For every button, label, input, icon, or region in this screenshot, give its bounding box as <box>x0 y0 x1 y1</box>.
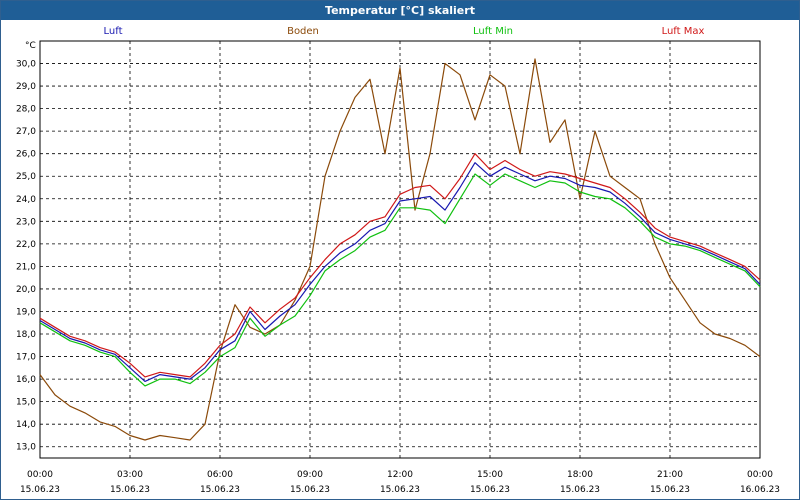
tick-labels: 13,0 14,0 15,0 16,0 17,0 18,0 19,0 20,0 21,0 22,0… <box>16 60 780 495</box>
y-tick-label: 30,0 <box>16 60 36 70</box>
y-tick-label: 23,0 <box>16 217 36 227</box>
x-tick-date: 15.06.23 <box>290 485 330 495</box>
y-tick-label: 19,0 <box>16 307 36 317</box>
x-tick-time: 12:00 <box>387 470 413 480</box>
y-tick-label: 27,0 <box>16 127 36 137</box>
y-tick-label: 13,0 <box>16 443 36 453</box>
x-tick-time: 15:00 <box>477 470 503 480</box>
grid-lines <box>40 41 760 458</box>
series-line-boden <box>39 58 761 441</box>
x-tick-date: 15.06.23 <box>470 485 510 495</box>
x-tick-date: 15.06.23 <box>650 485 690 495</box>
y-tick-label: 18,0 <box>16 330 36 340</box>
legend-entry: Boden <box>287 26 319 37</box>
temperature-chart: Luft Boden Luft Min Luft Max 13,0 14,0 15,0 16… <box>16 26 780 495</box>
x-tick-time: 21:00 <box>657 470 683 480</box>
x-tick-date: 15.06.23 <box>380 485 420 495</box>
x-tick-time: 18:00 <box>567 470 593 480</box>
legend-entry: Luft Min <box>473 26 513 37</box>
y-tick-label: 25,0 <box>16 172 36 182</box>
y-axis-label: °C <box>25 41 36 51</box>
legend: Luft Boden Luft Min Luft Max <box>104 26 705 37</box>
y-tick-label: 26,0 <box>16 150 36 160</box>
x-tick-time: 00:00 <box>27 470 53 480</box>
y-tick-label: 28,0 <box>16 105 36 115</box>
y-tick-label: 16,0 <box>16 375 36 385</box>
x-tick-time: 00:00 <box>747 470 773 480</box>
y-tick-label: 29,0 <box>16 82 36 92</box>
x-tick-date: 15.06.23 <box>110 485 150 495</box>
y-tick-label: 22,0 <box>16 240 36 250</box>
x-tick-date: 16.06.23 <box>740 485 780 495</box>
y-tick-label: 24,0 <box>16 195 36 205</box>
y-tick-label: 21,0 <box>16 262 36 272</box>
y-tick-label: 15,0 <box>16 398 36 408</box>
y-tick-label: 17,0 <box>16 353 36 363</box>
x-tick-date: 15.06.23 <box>20 485 60 495</box>
series-lines <box>39 58 761 441</box>
y-tick-label: 14,0 <box>16 420 36 430</box>
x-tick-date: 15.06.23 <box>560 485 600 495</box>
x-tick-time: 03:00 <box>117 470 143 480</box>
legend-entry: Luft Max <box>662 26 705 37</box>
x-tick-time: 06:00 <box>207 470 233 480</box>
x-tick-time: 09:00 <box>297 470 323 480</box>
x-tick-date: 15.06.23 <box>200 485 240 495</box>
y-tick-label: 20,0 <box>16 285 36 295</box>
legend-entry: Luft <box>104 26 123 37</box>
